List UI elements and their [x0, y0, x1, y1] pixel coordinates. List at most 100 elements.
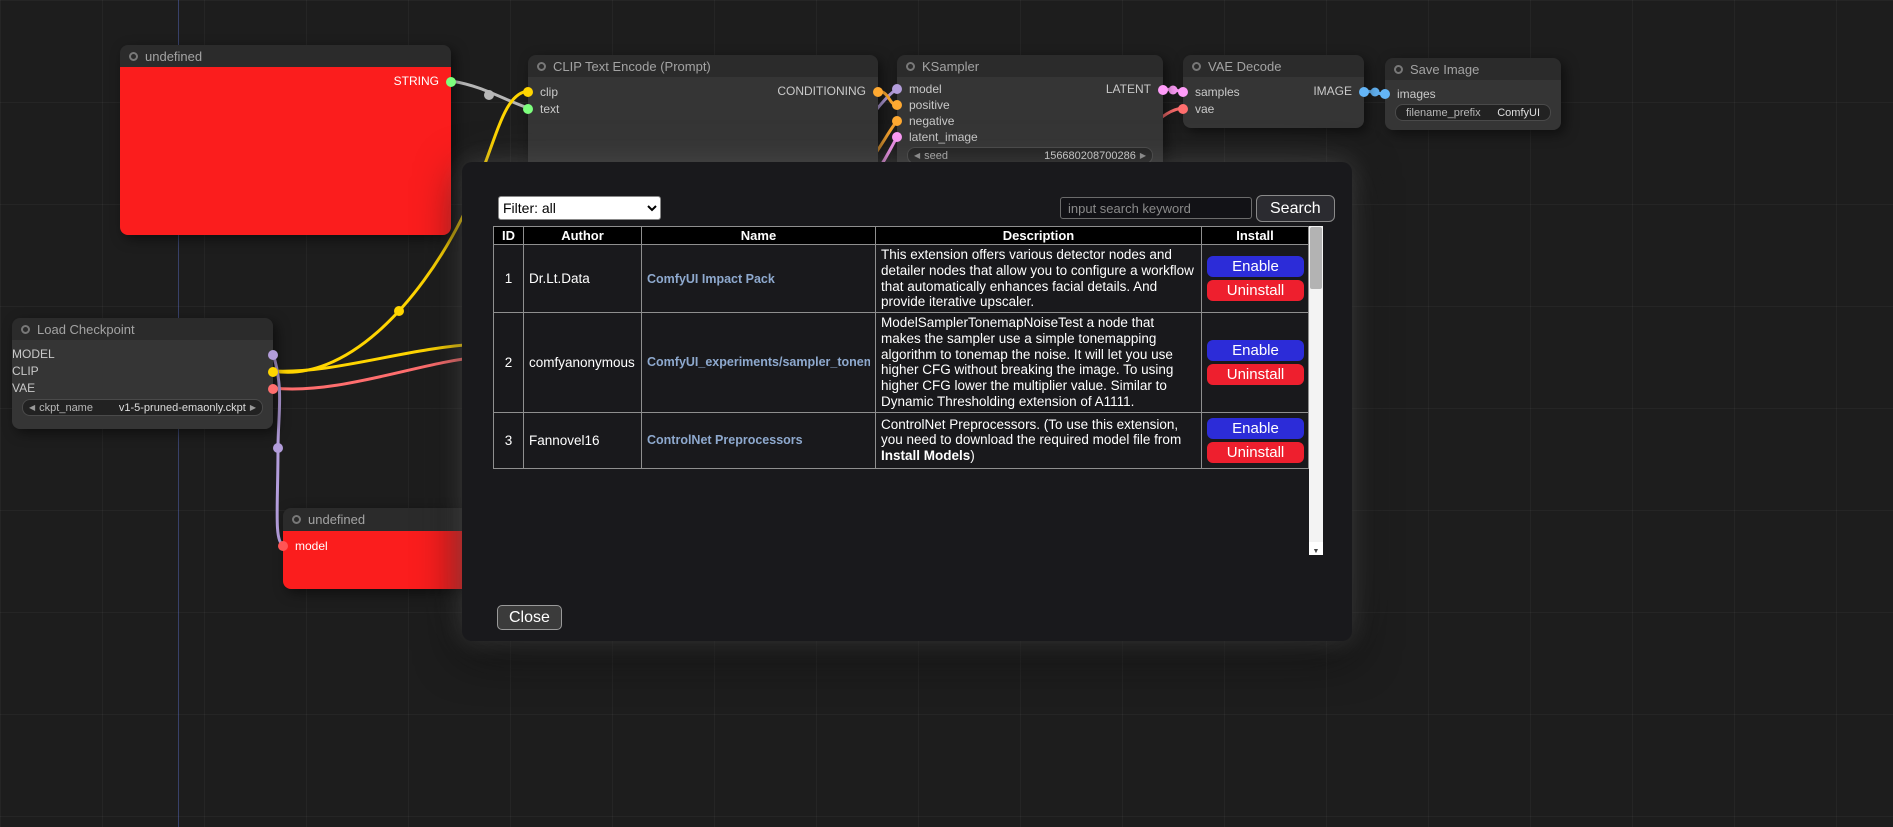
output-dot-image[interactable]: [1359, 87, 1369, 97]
node-undefined-bottom[interactable]: undefined model: [283, 508, 471, 589]
table-row: 2 comfyanonymous ComfyUI_experiments/sam…: [494, 313, 1309, 413]
collapse-dot-icon[interactable]: [21, 325, 30, 334]
comfyui-canvas[interactable]: undefined STRING CLIP Text Encode (Promp…: [0, 0, 1893, 827]
collapse-dot-icon[interactable]: [537, 62, 546, 71]
collapse-dot-icon[interactable]: [1394, 65, 1403, 74]
node-title: Save Image: [1410, 62, 1479, 77]
uninstall-button[interactable]: Uninstall: [1207, 442, 1304, 463]
input-dot-model[interactable]: [892, 84, 902, 94]
input-dot-samples[interactable]: [1178, 87, 1188, 97]
slot-label: clip: [540, 85, 558, 99]
collapse-dot-icon[interactable]: [292, 515, 301, 524]
input-dot-text[interactable]: [523, 104, 533, 114]
enable-button[interactable]: Enable: [1207, 256, 1304, 277]
next-arrow-icon[interactable]: [250, 400, 256, 415]
input-dot-positive[interactable]: [892, 100, 902, 110]
widget-name: seed: [924, 150, 948, 162]
node-title: KSampler: [922, 59, 979, 74]
output-dot-clip[interactable]: [268, 367, 278, 377]
node-title-bar[interactable]: undefined: [120, 45, 451, 67]
widget-value: 156680208700286: [1044, 150, 1136, 162]
node-title-bar[interactable]: VAE Decode: [1183, 55, 1364, 77]
slot-label: CONDITIONING: [777, 84, 866, 98]
output-dot-vae[interactable]: [268, 384, 278, 394]
collapse-dot-icon[interactable]: [1192, 62, 1201, 71]
cell-description: This extension offers various detector n…: [876, 245, 1202, 313]
scrollbar-down-icon[interactable]: [1309, 542, 1323, 555]
slot-label: latent_image: [909, 130, 978, 144]
uninstall-button[interactable]: Uninstall: [1207, 364, 1304, 385]
wire-dot: [1371, 88, 1380, 97]
node-title-bar[interactable]: CLIP Text Encode (Prompt): [528, 55, 878, 77]
extension-name-link[interactable]: ComfyUI Impact Pack: [647, 272, 870, 286]
input-slot-latent-image: latent_image: [897, 129, 1163, 145]
decrement-arrow-icon[interactable]: [914, 148, 920, 163]
slot-label: vae: [1195, 102, 1214, 116]
input-dot-vae[interactable]: [1178, 104, 1188, 114]
table-scrollbar[interactable]: [1309, 226, 1323, 555]
widget-value: ComfyUI: [1497, 107, 1540, 119]
output-slot-conditioning: CONDITIONING: [777, 83, 878, 100]
enable-button[interactable]: Enable: [1207, 340, 1304, 361]
cell-description: ModelSamplerTonemapNoiseTest a node that…: [876, 313, 1202, 413]
extension-name-link[interactable]: ControlNet Preprocessors: [647, 433, 870, 447]
node-title-bar[interactable]: undefined: [283, 508, 471, 531]
output-slot-clip: CLIP: [12, 363, 273, 380]
input-dot-latent-image[interactable]: [892, 132, 902, 142]
cell-id: 1: [494, 245, 524, 313]
node-load-checkpoint[interactable]: Load Checkpoint MODEL CLIP VAE ckpt_name…: [12, 318, 273, 429]
collapse-dot-icon[interactable]: [129, 52, 138, 61]
node-title: VAE Decode: [1208, 59, 1281, 74]
cell-install: Enable Uninstall: [1202, 313, 1309, 413]
ckpt-name-widget[interactable]: ckpt_name v1-5-pruned-emaonly.ckpt: [22, 399, 263, 416]
extension-name-link[interactable]: ComfyUI_experiments/sampler_tonemap: [647, 355, 870, 369]
cell-install: Enable Uninstall: [1202, 412, 1309, 468]
output-dot-string[interactable]: [446, 77, 456, 87]
header-install: Install: [1202, 227, 1309, 245]
increment-arrow-icon[interactable]: [1140, 148, 1146, 163]
node-vae-decode[interactable]: VAE Decode samples vae IMAGE: [1183, 55, 1364, 128]
node-undefined-top[interactable]: undefined STRING: [120, 45, 451, 235]
wire-dot: [484, 90, 494, 100]
previous-arrow-icon[interactable]: [29, 400, 35, 415]
cell-description: ControlNet Preprocessors. (To use this e…: [876, 412, 1202, 468]
node-title: undefined: [145, 49, 202, 64]
output-dot-latent[interactable]: [1158, 85, 1168, 95]
widget-name: filename_prefix: [1406, 107, 1481, 119]
input-slot-images: images: [1385, 86, 1561, 102]
uninstall-button[interactable]: Uninstall: [1207, 280, 1304, 301]
input-dot-clip[interactable]: [523, 87, 533, 97]
table-row: 1 Dr.Lt.Data ComfyUI Impact Pack This ex…: [494, 245, 1309, 313]
node-title-bar[interactable]: Load Checkpoint: [12, 318, 273, 340]
close-button[interactable]: Close: [497, 605, 562, 630]
wire-model-1: [273, 354, 283, 545]
custom-nodes-manager-dialog: Filter: all Search ID Author Name Descri…: [462, 162, 1352, 641]
table-row: 3 Fannovel16 ControlNet Preprocessors Co…: [494, 412, 1309, 468]
input-dot-images[interactable]: [1380, 89, 1390, 99]
scrollbar-thumb[interactable]: [1310, 227, 1322, 289]
output-dot-conditioning[interactable]: [873, 87, 883, 97]
node-title-bar[interactable]: KSampler: [897, 55, 1163, 77]
enable-button[interactable]: Enable: [1207, 418, 1304, 439]
wire-dot: [273, 443, 283, 453]
widget-name: ckpt_name: [39, 402, 93, 414]
node-ksampler[interactable]: KSampler model positive negative latent_…: [897, 55, 1163, 172]
slot-label: text: [540, 102, 559, 116]
collapse-dot-icon[interactable]: [906, 62, 915, 71]
search-button[interactable]: Search: [1256, 195, 1335, 222]
output-dot-model[interactable]: [268, 350, 278, 360]
input-slot-text: text: [528, 100, 878, 117]
filename-prefix-widget[interactable]: filename_prefix ComfyUI: [1395, 104, 1551, 121]
description-text: ): [970, 448, 975, 463]
input-dot-negative[interactable]: [892, 116, 902, 126]
node-title: undefined: [308, 512, 365, 527]
node-save-image[interactable]: Save Image images filename_prefix ComfyU…: [1385, 58, 1561, 130]
description-bold-text: Install Models: [881, 448, 970, 463]
input-dot-model[interactable]: [278, 541, 288, 551]
cell-id: 2: [494, 313, 524, 413]
slot-label: model: [909, 82, 942, 96]
filter-select[interactable]: Filter: all: [498, 196, 661, 220]
node-title-bar[interactable]: Save Image: [1385, 58, 1561, 80]
search-input[interactable]: [1060, 197, 1252, 219]
output-slot-latent: LATENT: [1106, 81, 1163, 98]
